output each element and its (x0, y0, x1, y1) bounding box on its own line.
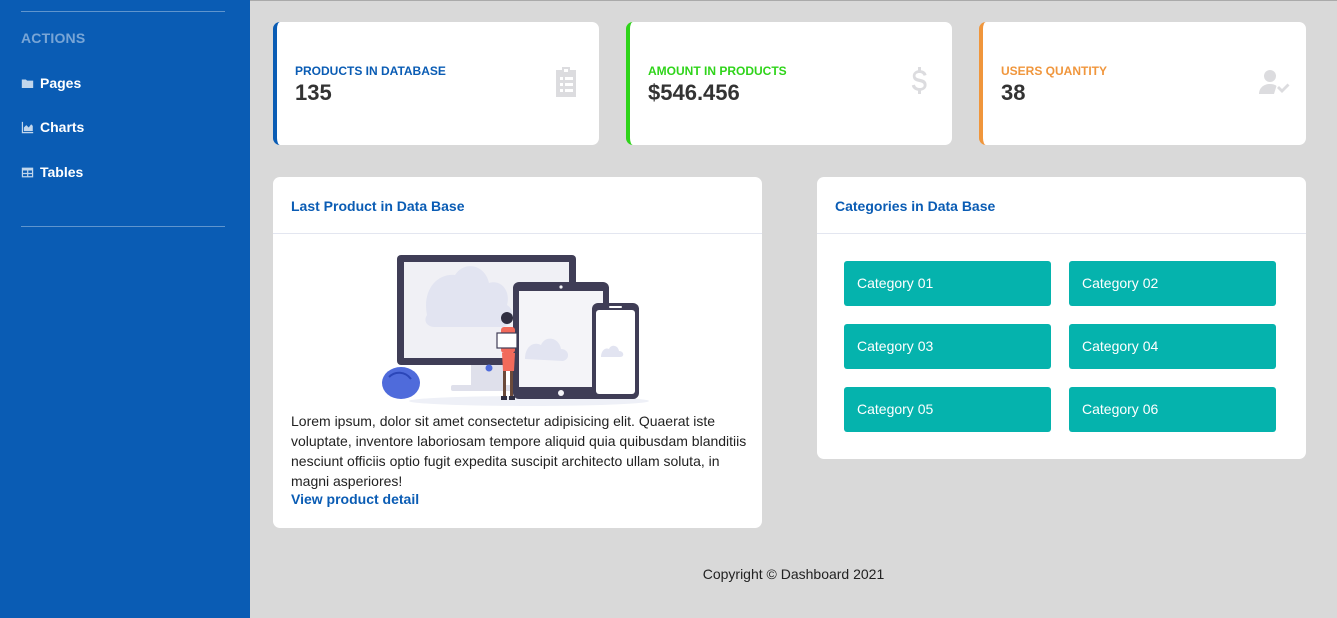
dollar-icon (906, 66, 932, 98)
sidebar: ACTIONS Pages Charts Tables (0, 0, 250, 618)
stat-label: USERS QUANTITY (1001, 64, 1108, 78)
category-button[interactable]: Category 02 (1069, 261, 1276, 306)
stat-card-products: PRODUCTS IN DATABASE 135 (273, 22, 599, 145)
stat-value: 38 (1001, 80, 1026, 105)
folder-icon (21, 78, 34, 88)
devices-illustration (382, 255, 649, 406)
product-description: Lorem ipsum, dolor sit amet consectetur … (291, 413, 747, 489)
last-product-panel: Last Product in Data Base Lorem ipsum, d… (273, 177, 762, 528)
category-button[interactable]: Category 01 (844, 261, 1051, 306)
category-button[interactable]: Category 04 (1069, 324, 1276, 369)
sidebar-item-label: Charts (40, 119, 85, 135)
category-button[interactable]: Category 05 (844, 387, 1051, 432)
categories-panel: Categories in Data Base Category 01 Cate… (817, 177, 1306, 459)
table-icon (21, 167, 34, 177)
area-chart-icon (21, 121, 34, 133)
main-content: PRODUCTS IN DATABASE 135 AMOUNT IN PRODU… (250, 0, 1337, 618)
view-product-detail-link[interactable]: View product detail (291, 491, 419, 507)
user-check-icon (1258, 66, 1290, 98)
stat-label: PRODUCTS IN DATABASE (295, 64, 446, 78)
sidebar-heading: ACTIONS (21, 30, 86, 46)
sidebar-item-label: Tables (40, 164, 84, 180)
stat-card-amount: AMOUNT IN PRODUCTS $546.456 (626, 22, 952, 145)
footer-copyright: Copyright © Dashboard 2021 (702, 566, 885, 582)
stat-value: $546.456 (648, 80, 740, 105)
sidebar-item-pages[interactable]: Pages (21, 75, 81, 91)
sidebar-item-label: Pages (40, 75, 82, 91)
category-button[interactable]: Category 03 (844, 324, 1051, 369)
last-product-title: Last Product in Data Base (273, 177, 762, 234)
clipboard-list-icon (553, 66, 579, 98)
stat-value: 135 (295, 80, 332, 105)
stat-card-users: USERS QUANTITY 38 (979, 22, 1306, 145)
stat-label: AMOUNT IN PRODUCTS (648, 64, 787, 78)
categories-title: Categories in Data Base (817, 177, 1306, 234)
sidebar-item-charts[interactable]: Charts (21, 119, 84, 135)
sidebar-item-tables[interactable]: Tables (21, 164, 83, 180)
category-button[interactable]: Category 06 (1069, 387, 1276, 432)
sidebar-divider (21, 11, 225, 12)
sidebar-divider (21, 226, 225, 227)
